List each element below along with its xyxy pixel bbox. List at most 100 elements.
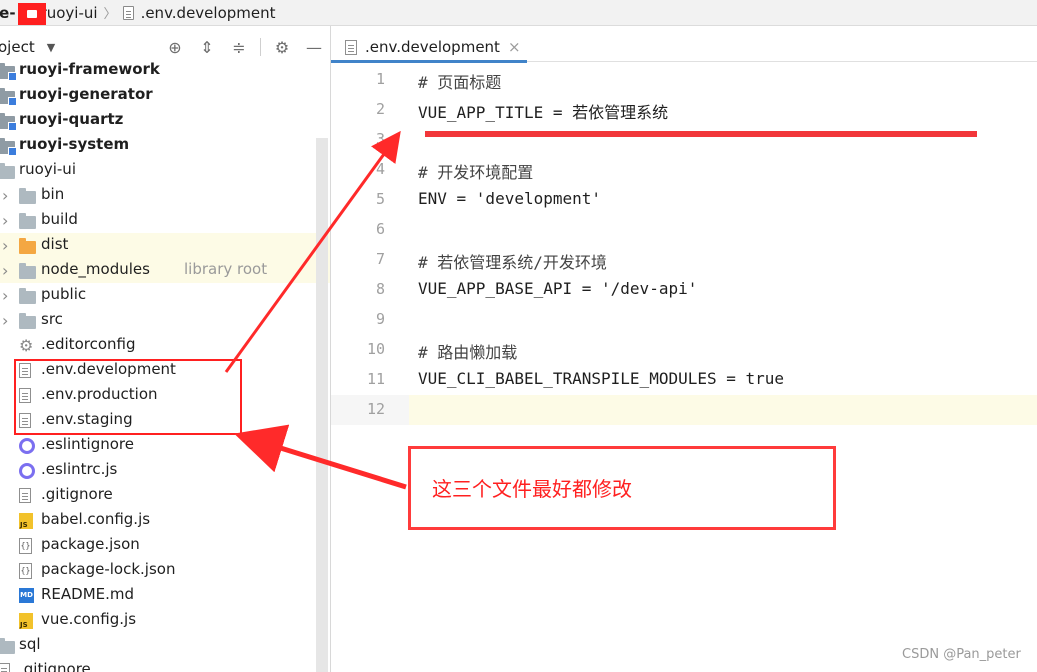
tree-item-label: package.json — [41, 535, 140, 553]
code-line[interactable]: VUE_APP_TITLE = 若依管理系统 — [418, 99, 668, 123]
code-line[interactable]: # 页面标题 — [418, 69, 501, 93]
chevron-right-icon[interactable]: › — [2, 311, 8, 330]
folder-icon — [19, 313, 36, 329]
tree-item[interactable]: ruoyi-system — [0, 133, 330, 158]
tree-item-label: .eslintignore — [41, 435, 134, 453]
tree-item-label: node_modules — [41, 260, 150, 278]
tree-item[interactable]: sql — [0, 633, 330, 658]
folder-icon — [19, 188, 36, 204]
tree-item-label: build — [41, 210, 78, 228]
chevron-right-icon[interactable]: › — [2, 286, 8, 305]
file-icon — [345, 39, 357, 55]
chevron-right-icon[interactable]: › — [2, 261, 8, 280]
tree-item-label: public — [41, 285, 87, 303]
tree-item-label: .editorconfig — [41, 335, 136, 353]
project-view-selector[interactable]: oject — [0, 38, 35, 56]
folder-icon — [0, 88, 17, 106]
tree-item[interactable]: › build — [0, 208, 330, 233]
annotation-note-text: 这三个文件最好都修改 — [432, 477, 632, 501]
minimize-icon[interactable]: — — [303, 36, 325, 58]
tree-item-label: src — [41, 310, 63, 328]
tree-item-hint: library root — [184, 260, 268, 278]
tree-item[interactable]: ruoyi-generator — [0, 83, 330, 108]
tree-item[interactable]: .gitignore — [0, 658, 330, 672]
folder-icon — [0, 113, 17, 131]
folder-icon — [19, 238, 36, 254]
tree-item-label: ruoyi-system — [19, 135, 130, 153]
tree-item[interactable]: ⚙ .editorconfig — [0, 333, 330, 358]
line-number: 9 — [375, 310, 385, 328]
chevron-right-icon[interactable]: › — [2, 211, 8, 230]
breadcrumb-separator: 〉 — [103, 7, 117, 22]
tree-item-label: dist — [41, 235, 69, 253]
gear-icon: ⚙ — [19, 336, 34, 355]
tree-item[interactable]: ruoyi-framework — [0, 58, 330, 83]
file-icon — [122, 5, 134, 20]
folder-icon — [19, 213, 36, 229]
tree-item[interactable]: .eslintignore — [0, 433, 330, 458]
tree-item[interactable]: › src — [0, 308, 330, 333]
tree-item-label: ruoyi-framework — [19, 60, 160, 78]
breadcrumb-module[interactable]: ruoyi-ui — [41, 4, 98, 22]
collapse-all-icon[interactable]: ≑ — [228, 36, 250, 58]
expand-all-icon[interactable]: ⇕ — [196, 36, 218, 58]
tree-item[interactable]: {} package.json — [0, 533, 330, 558]
tree-item[interactable]: ruoyi-quartz — [0, 108, 330, 133]
tree-scrollbar[interactable] — [316, 138, 328, 672]
toolbar-divider — [260, 38, 261, 56]
tree-item[interactable]: › dist — [0, 233, 330, 258]
line-number: 8 — [375, 280, 385, 298]
tree-item-label: .gitignore — [19, 660, 91, 672]
line-number: 4 — [375, 160, 385, 178]
tree-item[interactable]: › node_modules library root — [0, 258, 330, 283]
eslint-icon — [19, 438, 35, 454]
line-number: 10 — [366, 340, 385, 358]
tree-item-label: vue.config.js — [41, 610, 137, 628]
tab-env-development[interactable]: .env.development × — [331, 32, 527, 63]
project-toolbar: oject ▼ ⊕ ⇕ ≑ ⚙ — — [0, 34, 330, 60]
js-file-icon: JS — [19, 613, 33, 629]
tree-item[interactable]: MD README.md — [0, 583, 330, 608]
chevron-right-icon[interactable]: › — [2, 186, 8, 205]
gear-icon[interactable]: ⚙ — [271, 36, 293, 58]
line-number: 11 — [366, 370, 385, 388]
breadcrumb-project[interactable]: ie- — [0, 4, 16, 22]
file-icon — [19, 488, 31, 503]
tree-item[interactable]: ruoyi-ui — [0, 158, 330, 183]
tree-item[interactable]: › public — [0, 283, 330, 308]
tree-item[interactable]: JS vue.config.js — [0, 608, 330, 633]
tree-item-label: .eslintrc.js — [41, 460, 118, 478]
tree-item-label: .gitignore — [41, 485, 113, 503]
crosshair-icon[interactable]: ⊕ — [164, 36, 186, 58]
editor-tab-bar: .env.development × — [331, 32, 1037, 63]
tree-item[interactable]: JS babel.config.js — [0, 508, 330, 533]
code-line[interactable]: VUE_APP_BASE_API = '/dev-api' — [418, 279, 697, 298]
tree-item-label: ruoyi-generator — [19, 85, 153, 103]
chevron-right-icon[interactable]: › — [2, 236, 8, 255]
folder-icon — [0, 638, 15, 654]
markdown-file-icon: MD — [19, 588, 34, 603]
watermark: CSDN @Pan_peter — [902, 647, 1021, 662]
code-line[interactable]: # 若依管理系统/开发环境 — [418, 249, 607, 273]
tree-item[interactable]: .gitignore — [0, 483, 330, 508]
code-line[interactable]: # 路由懒加载 — [418, 339, 517, 363]
code-line[interactable]: VUE_CLI_BABEL_TRANSPILE_MODULES = true — [418, 369, 784, 388]
tree-item[interactable]: › bin — [0, 183, 330, 208]
file-icon — [0, 663, 10, 672]
chevron-down-icon[interactable]: ▼ — [47, 41, 55, 54]
tree-item-label: ruoyi-quartz — [19, 110, 124, 128]
folder-icon — [19, 288, 36, 304]
breadcrumb-file[interactable]: .env.development — [141, 4, 276, 22]
tree-item[interactable]: {} package-lock.json — [0, 558, 330, 583]
close-icon[interactable]: × — [508, 38, 521, 56]
tab-label: .env.development — [365, 38, 500, 56]
tree-item-label: sql — [19, 635, 41, 653]
redaction-mark — [18, 3, 46, 25]
code-line[interactable]: ENV = 'development' — [418, 189, 601, 208]
annotation-underline — [425, 131, 977, 137]
tree-item-label: bin — [41, 185, 65, 203]
eslint-icon — [19, 463, 35, 479]
tree-item[interactable]: .eslintrc.js — [0, 458, 330, 483]
line-number: 7 — [375, 250, 385, 268]
code-line[interactable]: # 开发环境配置 — [418, 159, 533, 183]
